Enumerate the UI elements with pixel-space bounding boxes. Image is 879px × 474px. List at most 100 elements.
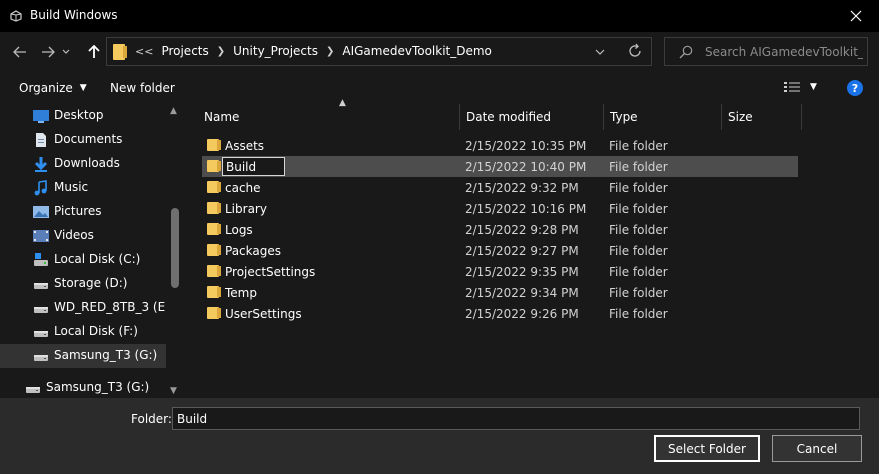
sidebar-item[interactable]: Videos <box>0 224 166 248</box>
sidebar-item[interactable]: WD_RED_8TB_3 (E:) <box>0 296 174 320</box>
file-row[interactable]: Assets 2/15/2022 10:35 PM File folder <box>202 135 798 156</box>
search-box[interactable]: Search AIGamedevToolkit_D... <box>664 37 868 66</box>
new-folder-button[interactable]: New folder <box>110 81 175 95</box>
sidebar-item-label: Local Disk (F:) <box>54 324 138 338</box>
file-row[interactable]: ProjectSettings 2/15/2022 9:35 PM File fol… <box>202 261 798 282</box>
file-name: ProjectSettings <box>225 265 316 279</box>
up-button[interactable] <box>82 40 106 64</box>
sidebar-item-label: Pictures <box>54 204 102 218</box>
help-button[interactable]: ? <box>847 80 863 96</box>
folder-name-input[interactable] <box>172 407 860 430</box>
os-drive-icon <box>33 252 49 268</box>
file-name: Assets <box>225 139 265 153</box>
sidebar-item[interactable]: Music <box>0 176 166 200</box>
details-view-icon <box>784 82 800 92</box>
scroll-down-icon[interactable]: ▼ <box>170 386 177 396</box>
file-row[interactable]: UserSettings 2/15/2022 9:26 PM File folder <box>202 303 798 324</box>
column-header-name[interactable]: ▲ Name <box>198 98 460 130</box>
file-row[interactable]: Build 2/15/2022 10:40 PM File folder <box>202 156 798 177</box>
file-date: 2/15/2022 10:35 PM <box>465 139 587 153</box>
search-icon <box>679 45 693 59</box>
sidebar-item[interactable]: Local Disk (C:) <box>0 248 166 272</box>
chevron-down-icon[interactable] <box>595 44 605 60</box>
file-name: Logs <box>225 223 253 237</box>
folder-icon <box>207 202 221 214</box>
breadcrumb-demo[interactable]: AIGamedevToolkit_Demo <box>342 44 492 58</box>
recent-locations-button[interactable] <box>58 40 74 64</box>
scroll-up-icon[interactable]: ▲ <box>170 106 177 116</box>
column-header-size[interactable]: Size <box>722 104 802 130</box>
folder-icon <box>207 223 221 235</box>
drive-icon <box>33 300 49 316</box>
file-row[interactable]: Library 2/15/2022 10:16 PM File folder <box>202 198 798 219</box>
file-name: Temp <box>225 286 257 300</box>
folder-icon <box>207 265 221 277</box>
file-date: 2/15/2022 10:16 PM <box>465 202 587 216</box>
file-type: File folder <box>609 307 668 321</box>
file-name: Library <box>225 202 267 216</box>
drive-icon <box>25 380 41 396</box>
file-row[interactable]: Packages 2/15/2022 9:27 PM File folder <box>202 240 798 261</box>
file-row[interactable]: cache 2/15/2022 9:32 PM File folder <box>202 177 798 198</box>
window-title: Build Windows <box>30 8 118 22</box>
file-date: 2/15/2022 9:28 PM <box>465 223 579 237</box>
file-date: 2/15/2022 9:27 PM <box>465 244 579 258</box>
file-type: File folder <box>609 202 668 216</box>
sidebar-item[interactable]: Local Disk (F:) <box>0 320 166 344</box>
file-row[interactable]: Logs 2/15/2022 9:28 PM File folder <box>202 219 798 240</box>
arrow-left-icon <box>13 46 26 58</box>
back-button[interactable] <box>8 40 32 64</box>
file-date: 2/15/2022 9:35 PM <box>465 265 579 279</box>
forward-button[interactable] <box>36 40 60 64</box>
sidebar-scrollbar[interactable]: ▲ ▼ <box>166 104 184 398</box>
rename-input[interactable]: Build <box>222 157 285 176</box>
organize-menu-button[interactable]: Organize ▼ <box>19 81 87 95</box>
address-bar[interactable]: << Projects ❯ Unity_Projects ❯ AIGamedev… <box>106 37 652 66</box>
file-name: Packages <box>225 244 281 258</box>
chevron-right-icon[interactable]: ❯ <box>326 46 334 57</box>
sidebar-item-label: Documents <box>54 132 123 146</box>
folder-icon <box>207 160 221 172</box>
desktop-icon <box>33 108 49 124</box>
file-type: File folder <box>609 244 668 258</box>
close-button[interactable] <box>833 0 879 32</box>
music-icon <box>33 180 49 196</box>
breadcrumb-projects[interactable]: Projects <box>161 44 208 58</box>
column-name-label: Name <box>204 110 240 124</box>
file-type: File folder <box>609 286 668 300</box>
sidebar-item[interactable]: Pictures <box>0 200 166 224</box>
scrollbar-thumb[interactable] <box>171 208 179 288</box>
unity-app-icon <box>10 10 22 22</box>
help-icon: ? <box>851 81 859 95</box>
search-input[interactable]: Search AIGamedevToolkit_D... <box>705 45 863 59</box>
sidebar-item[interactable]: Documents <box>0 128 166 152</box>
chevron-right-icon[interactable]: ❯ <box>217 46 225 57</box>
file-date: 2/15/2022 9:32 PM <box>465 181 579 195</box>
close-icon <box>850 10 862 22</box>
refresh-icon[interactable] <box>627 43 643 59</box>
folder-icon <box>113 44 127 60</box>
sidebar-item[interactable]: Storage (D:) <box>0 272 166 296</box>
folder-icon <box>207 244 221 256</box>
sidebar-item[interactable]: Downloads <box>0 152 166 176</box>
folder-icon <box>207 286 221 298</box>
file-type: File folder <box>609 139 668 153</box>
arrow-right-icon <box>42 46 55 58</box>
sidebar-item-label: Storage (D:) <box>54 276 128 290</box>
folder-label: Folder: <box>131 412 172 426</box>
sidebar-item[interactable]: Samsung_T3 (G:) <box>0 344 166 368</box>
column-header-type[interactable]: Type <box>604 104 722 130</box>
sort-ascending-icon: ▲ <box>339 98 346 108</box>
sidebar-item[interactable]: Desktop <box>0 104 166 128</box>
column-header-date[interactable]: Date modified <box>460 104 604 130</box>
sidebar-item[interactable]: Samsung_T3 (G:) <box>0 376 166 398</box>
view-options-button[interactable]: ▼ <box>784 81 817 93</box>
breadcrumb-overflow[interactable]: << <box>135 45 153 58</box>
cancel-button[interactable]: Cancel <box>772 435 862 462</box>
select-folder-button[interactable]: Select Folder <box>654 435 760 462</box>
file-row[interactable]: Temp 2/15/2022 9:34 PM File folder <box>202 282 798 303</box>
drive-icon <box>33 276 49 292</box>
breadcrumb-unity-projects[interactable]: Unity_Projects <box>233 44 318 58</box>
command-bar: Organize ▼ New folder ▼ ? <box>0 72 879 104</box>
caret-down-icon: ▼ <box>810 82 817 92</box>
